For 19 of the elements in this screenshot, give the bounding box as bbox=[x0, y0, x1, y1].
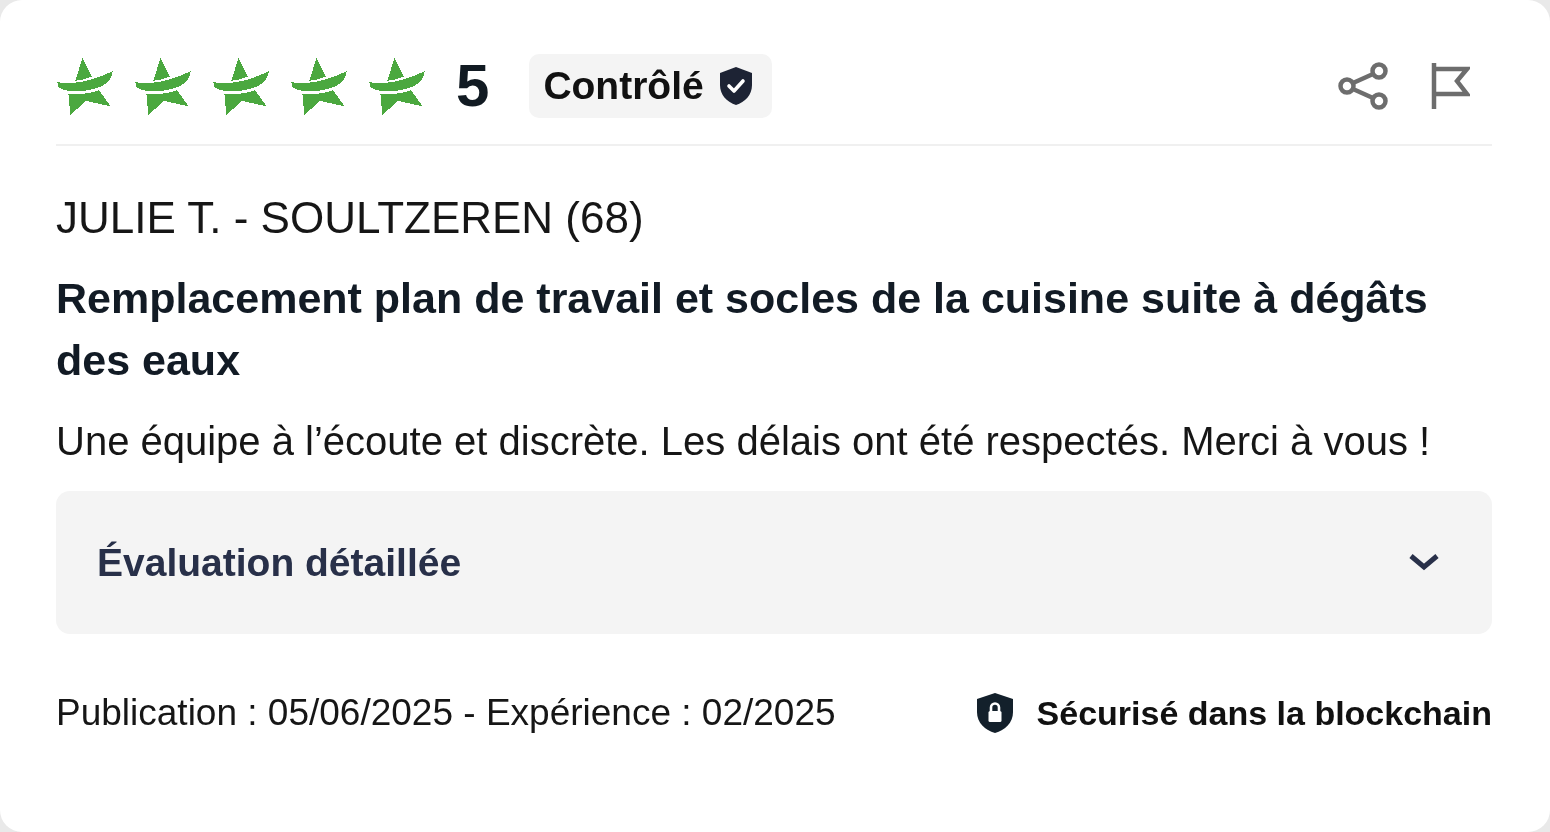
star-icon bbox=[212, 57, 270, 115]
share-icon bbox=[1338, 62, 1390, 110]
flag-icon bbox=[1430, 63, 1470, 109]
review-title: Remplacement plan de travail et socles de la cuisine suite à dégâts des eaux bbox=[56, 273, 1429, 386]
detailed-rating-toggle[interactable]: Évaluation détaillée bbox=[56, 491, 1492, 634]
share-button[interactable] bbox=[1338, 62, 1390, 110]
star-icon bbox=[290, 57, 348, 115]
shield-check-icon bbox=[719, 67, 752, 105]
report-flag-button[interactable] bbox=[1430, 63, 1470, 109]
blockchain-secured-label: Sécurisé dans la blockchain bbox=[1036, 693, 1492, 734]
review-dates: Publication : 05/06/2025 - Expérience : 02/2025 bbox=[56, 691, 836, 735]
star-icon bbox=[134, 57, 192, 115]
review-text: Une équipe à l’écoute et discrète. Les délais ont été respectés. Merci à vous ! bbox=[56, 418, 1432, 464]
badge-label: Contrôlé bbox=[543, 64, 704, 108]
shield-lock-icon bbox=[976, 693, 1013, 733]
rating-score: 5 bbox=[456, 56, 490, 116]
reviewer-name: JULIE T. - SOULTZEREN (68) bbox=[56, 194, 645, 242]
star-icon bbox=[56, 57, 114, 115]
star-icon bbox=[368, 57, 426, 115]
